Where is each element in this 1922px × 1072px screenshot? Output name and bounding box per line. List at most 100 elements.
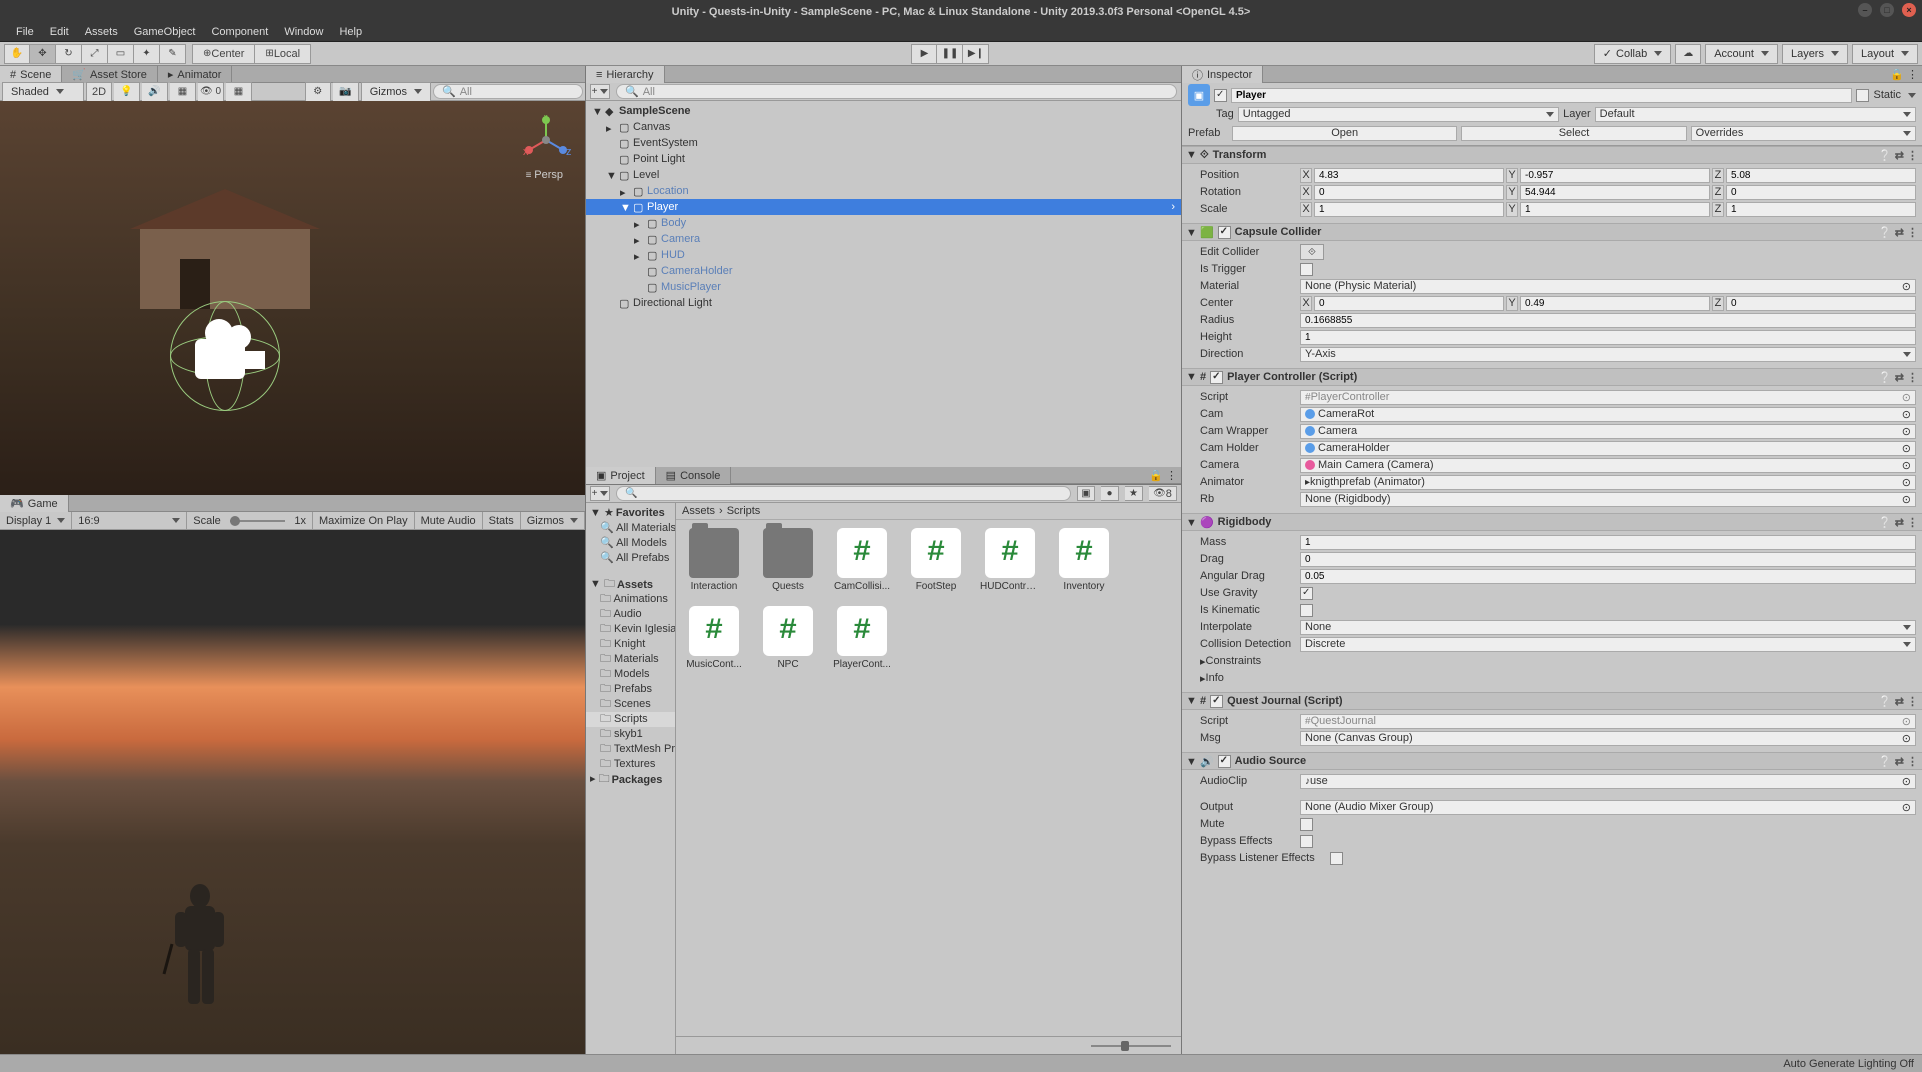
object-name-input[interactable] [1231,88,1852,103]
transform-component-header[interactable]: ▼ ⟐ Transform❔ ⇄ ⋮ [1182,146,1922,164]
pivot-center-button[interactable]: ⊕ Center [192,44,255,64]
hand-tool-button[interactable]: ✋ [4,44,30,64]
scene-hidden-toggle[interactable]: 👁 0 [198,82,224,102]
pivot-local-button[interactable]: ⊞ Local [255,44,311,64]
rb-field[interactable]: None (Rigidbody)⊙ [1300,492,1916,507]
stats-toggle[interactable]: Stats [483,512,521,529]
axis-gizmo[interactable]: y x z [521,115,571,165]
pos-z-input[interactable] [1726,168,1916,183]
play-button[interactable]: ▶ [911,44,937,64]
tab-game[interactable]: 🎮 Game [0,495,69,512]
shading-dropdown[interactable]: Shaded [2,82,84,102]
scl-x-input[interactable] [1314,202,1504,217]
pause-button[interactable]: ❚❚ [937,44,963,64]
aspect-dropdown[interactable]: 16:9 [72,512,187,529]
asset-camcollisi[interactable]: #CamCollisi... [832,528,892,592]
menu-file[interactable]: File [8,24,42,40]
hierarchy-item-player[interactable]: ▼▢ Player› [586,199,1181,215]
rot-z-input[interactable] [1726,185,1916,200]
collab-dropdown[interactable]: ✓ Collab [1594,44,1671,64]
camera-gizmo[interactable] [170,301,290,411]
constraints-foldout[interactable]: Constraints [1206,655,1262,667]
project-search-input[interactable]: 🔍 [616,486,1071,501]
layers-dropdown[interactable]: Layers [1782,44,1848,64]
questjournal-component-header[interactable]: ▼ # Quest Journal (Script)❔ ⇄ ⋮ [1182,692,1922,710]
scene-audio-toggle[interactable]: 🔊 [142,82,168,102]
camhold-field[interactable]: CameraHolder⊙ [1300,441,1916,456]
hierarchy-create-button[interactable]: + [590,84,610,99]
gameobject-icon[interactable]: ▣ [1188,84,1210,106]
scale-slider[interactable]: Scale 1x [187,512,313,529]
fav-all-prefabs[interactable]: 🔍 All Prefabs [586,550,675,565]
bypasslisten-checkbox[interactable] [1330,852,1343,865]
asset-quests[interactable]: Quests [758,528,818,592]
tab-hierarchy[interactable]: ≡ Hierarchy [586,66,665,83]
script-field[interactable]: # PlayerController⊙ [1300,390,1916,405]
prefab-open-button[interactable]: Open [1232,126,1457,141]
fav-all-materials[interactable]: 🔍 All Materials [586,520,675,535]
camwrap-field[interactable]: Camera⊙ [1300,424,1916,439]
direction-dropdown[interactable]: Y-Axis [1300,347,1916,362]
menu-component[interactable]: Component [203,24,276,40]
camera-field[interactable]: Main Camera (Camera)⊙ [1300,458,1916,473]
bypass-checkbox[interactable] [1300,835,1313,848]
audioclip-field[interactable]: ♪ use⊙ [1300,774,1916,789]
scene-lighting-toggle[interactable]: 💡 [114,82,140,102]
audio-component-header[interactable]: ▼ 🔊 Audio Source❔ ⇄ ⋮ [1182,752,1922,770]
rect-tool-button[interactable]: ▭ [108,44,134,64]
hierarchy-item-eventsystem[interactable]: ▢ EventSystem [586,135,1181,151]
rotate-tool-button[interactable]: ↻ [56,44,82,64]
output-field[interactable]: None (Audio Mixer Group)⊙ [1300,800,1916,815]
step-button[interactable]: ▶❙ [963,44,989,64]
qj-msg-field[interactable]: None (Canvas Group)⊙ [1300,731,1916,746]
panel-menu-icon[interactable]: ⋮ [1166,469,1177,482]
search-fav-button[interactable]: ★ [1125,486,1143,501]
asset-npc[interactable]: #NPC [758,606,818,670]
pos-x-input[interactable] [1314,168,1504,183]
drag-input[interactable] [1300,552,1916,567]
playercontroller-component-header[interactable]: ▼ # Player Controller (Script)❔ ⇄ ⋮ [1182,368,1922,386]
game-gizmos-dropdown[interactable]: Gizmos [521,512,585,529]
asset-inventory[interactable]: #Inventory [1054,528,1114,592]
mass-input[interactable] [1300,535,1916,550]
tab-console[interactable]: ▤ Console [656,467,732,484]
hierarchy-item-directional-light[interactable]: ▢ Directional Light [586,295,1181,311]
favorites-root[interactable]: ▼ ★ Favorites [586,505,675,520]
info-foldout[interactable]: Info [1206,672,1224,684]
project-asset-grid[interactable]: InteractionQuests#CamCollisi...#FootStep… [676,520,1181,1036]
asset-playercont[interactable]: #PlayerCont... [832,606,892,670]
menu-assets[interactable]: Assets [77,24,126,40]
hidden-count-button[interactable]: 👁8 [1149,486,1177,501]
scene-view[interactable]: y x z ≡ Persp [0,101,585,495]
window-close-icon[interactable]: × [1902,3,1916,17]
cam-field[interactable]: CameraRot⊙ [1300,407,1916,422]
persp-label[interactable]: ≡ Persp [526,169,563,181]
edit-collider-button[interactable]: ⟐ [1300,244,1324,260]
asset-footstep[interactable]: #FootStep [906,528,966,592]
height-input[interactable] [1300,330,1916,345]
hierarchy-item-body[interactable]: ▸▢ Body [586,215,1181,231]
gravity-checkbox[interactable] [1300,587,1313,600]
search-type-button[interactable]: ▣ [1077,486,1095,501]
animator-field[interactable]: ▸ knigthprefab (Animator)⊙ [1300,475,1916,490]
asset-musiccont[interactable]: #MusicCont... [684,606,744,670]
collisiondet-dropdown[interactable]: Discrete [1300,637,1916,652]
asset-hudcontrol[interactable]: #HUDControl... [980,528,1040,592]
tag-dropdown[interactable]: Untagged [1238,107,1559,122]
angdrag-input[interactable] [1300,569,1916,584]
panel-lock-icon[interactable]: 🔒 [1149,469,1163,482]
scene-2d-toggle[interactable]: 2D [86,82,112,102]
prefab-overrides-dropdown[interactable]: Overrides [1691,126,1916,141]
scl-y-input[interactable] [1520,202,1710,217]
hierarchy-item-samplescene[interactable]: ▼◆ SampleScene [586,103,1181,119]
tab-inspector[interactable]: ⓘ Inspector [1182,66,1263,83]
hierarchy-item-musicplayer[interactable]: ▢ MusicPlayer [586,279,1181,295]
mute-checkbox[interactable] [1300,818,1313,831]
hierarchy-tree[interactable]: ▼◆ SampleScene▸▢ Canvas ▢ EventSystem ▢ … [586,101,1181,467]
window-maximize-icon[interactable]: □ [1880,3,1894,17]
search-label-button[interactable]: ● [1101,486,1119,501]
active-checkbox[interactable] [1214,89,1227,102]
pos-y-input[interactable] [1520,168,1710,183]
rot-x-input[interactable] [1314,185,1504,200]
hierarchy-item-cameraholder[interactable]: ▢ CameraHolder [586,263,1181,279]
